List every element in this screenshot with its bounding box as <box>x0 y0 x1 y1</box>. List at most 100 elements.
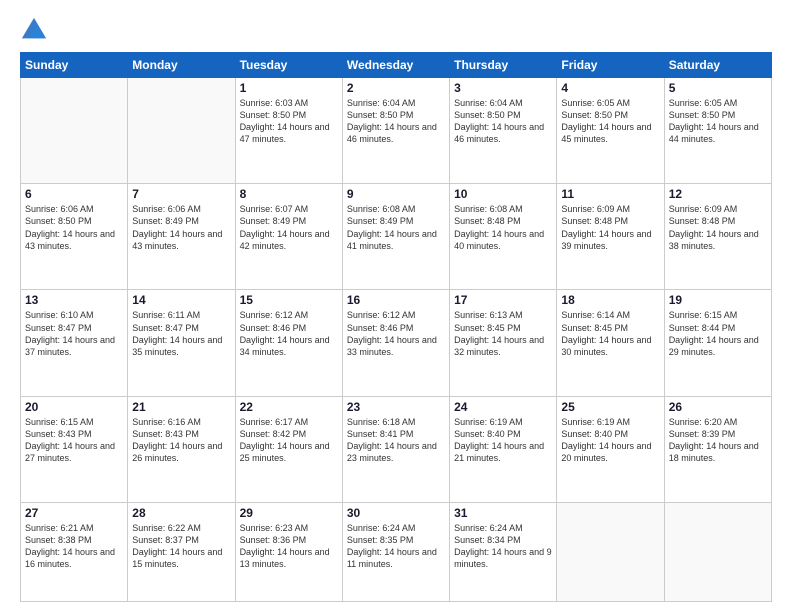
calendar-cell: 12 Sunrise: 6:09 AMSunset: 8:48 PMDayligh… <box>664 184 771 290</box>
header <box>20 16 772 44</box>
calendar-cell: 23 Sunrise: 6:18 AMSunset: 8:41 PMDayligh… <box>342 396 449 502</box>
day-number: 9 <box>347 187 445 201</box>
cell-info: Sunrise: 6:24 AMSunset: 8:35 PMDaylight:… <box>347 522 445 571</box>
cell-info: Sunrise: 6:03 AMSunset: 8:50 PMDaylight:… <box>240 97 338 146</box>
calendar-cell: 2 Sunrise: 6:04 AMSunset: 8:50 PMDaylight… <box>342 78 449 184</box>
calendar-cell: 28 Sunrise: 6:22 AMSunset: 8:37 PMDayligh… <box>128 502 235 601</box>
day-number: 21 <box>132 400 230 414</box>
cell-info: Sunrise: 6:22 AMSunset: 8:37 PMDaylight:… <box>132 522 230 571</box>
day-number: 17 <box>454 293 552 307</box>
cell-info: Sunrise: 6:05 AMSunset: 8:50 PMDaylight:… <box>669 97 767 146</box>
day-header-saturday: Saturday <box>664 53 771 78</box>
day-number: 1 <box>240 81 338 95</box>
calendar-cell: 24 Sunrise: 6:19 AMSunset: 8:40 PMDayligh… <box>450 396 557 502</box>
day-number: 24 <box>454 400 552 414</box>
day-number: 7 <box>132 187 230 201</box>
cell-info: Sunrise: 6:04 AMSunset: 8:50 PMDaylight:… <box>347 97 445 146</box>
calendar-cell: 31 Sunrise: 6:24 AMSunset: 8:34 PMDayligh… <box>450 502 557 601</box>
cell-info: Sunrise: 6:18 AMSunset: 8:41 PMDaylight:… <box>347 416 445 465</box>
calendar-cell: 22Sunrise: 6:17 AMSunset: 8:42 PMDayligh… <box>235 396 342 502</box>
day-number: 26 <box>669 400 767 414</box>
calendar-cell: 30 Sunrise: 6:24 AMSunset: 8:35 PMDayligh… <box>342 502 449 601</box>
calendar-cell: 9 Sunrise: 6:08 AMSunset: 8:49 PMDaylight… <box>342 184 449 290</box>
calendar-cell <box>557 502 664 601</box>
day-header-thursday: Thursday <box>450 53 557 78</box>
logo <box>20 16 52 44</box>
cell-info: Sunrise: 6:13 AMSunset: 8:45 PMDaylight:… <box>454 309 552 358</box>
day-header-sunday: Sunday <box>21 53 128 78</box>
day-number: 30 <box>347 506 445 520</box>
cell-info: Sunrise: 6:10 AMSunset: 8:47 PMDaylight:… <box>25 309 123 358</box>
day-number: 29 <box>240 506 338 520</box>
calendar-cell: 4 Sunrise: 6:05 AMSunset: 8:50 PMDaylight… <box>557 78 664 184</box>
calendar-cell: 16 Sunrise: 6:12 AMSunset: 8:46 PMDayligh… <box>342 290 449 396</box>
calendar-cell: 17 Sunrise: 6:13 AMSunset: 8:45 PMDayligh… <box>450 290 557 396</box>
cell-info: Sunrise: 6:20 AMSunset: 8:39 PMDaylight:… <box>669 416 767 465</box>
cell-info: Sunrise: 6:15 AMSunset: 8:44 PMDaylight:… <box>669 309 767 358</box>
calendar-table: SundayMondayTuesdayWednesdayThursdayFrid… <box>20 52 772 602</box>
cell-info: Sunrise: 6:24 AMSunset: 8:34 PMDaylight:… <box>454 522 552 571</box>
day-number: 14 <box>132 293 230 307</box>
day-number: 31 <box>454 506 552 520</box>
cell-info: Sunrise: 6:05 AMSunset: 8:50 PMDaylight:… <box>561 97 659 146</box>
day-number: 4 <box>561 81 659 95</box>
calendar-cell: 26 Sunrise: 6:20 AMSunset: 8:39 PMDayligh… <box>664 396 771 502</box>
calendar-cell: 10Sunrise: 6:08 AMSunset: 8:48 PMDayligh… <box>450 184 557 290</box>
day-header-friday: Friday <box>557 53 664 78</box>
calendar-cell: 7Sunrise: 6:06 AMSunset: 8:49 PMDaylight… <box>128 184 235 290</box>
calendar-cell: 25 Sunrise: 6:19 AMSunset: 8:40 PMDayligh… <box>557 396 664 502</box>
calendar-cell: 8 Sunrise: 6:07 AMSunset: 8:49 PMDaylight… <box>235 184 342 290</box>
cell-info: Sunrise: 6:12 AMSunset: 8:46 PMDaylight:… <box>347 309 445 358</box>
calendar-cell: 14 Sunrise: 6:11 AMSunset: 8:47 PMDayligh… <box>128 290 235 396</box>
calendar-cell: 29 Sunrise: 6:23 AMSunset: 8:36 PMDayligh… <box>235 502 342 601</box>
calendar-cell <box>664 502 771 601</box>
calendar-cell: 18 Sunrise: 6:14 AMSunset: 8:45 PMDayligh… <box>557 290 664 396</box>
cell-info: Sunrise: 6:12 AMSunset: 8:46 PMDaylight:… <box>240 309 338 358</box>
day-number: 28 <box>132 506 230 520</box>
page: SundayMondayTuesdayWednesdayThursdayFrid… <box>0 0 792 612</box>
day-number: 10 <box>454 187 552 201</box>
calendar-cell: 1 Sunrise: 6:03 AMSunset: 8:50 PMDaylight… <box>235 78 342 184</box>
cell-info: Sunrise: 6:19 AMSunset: 8:40 PMDaylight:… <box>561 416 659 465</box>
day-number: 5 <box>669 81 767 95</box>
cell-info: Sunrise: 6:08 AMSunset: 8:49 PMDaylight:… <box>347 203 445 252</box>
cell-info: Sunrise: 6:15 AMSunset: 8:43 PMDaylight:… <box>25 416 123 465</box>
calendar-cell: 6 Sunrise: 6:06 AMSunset: 8:50 PMDaylight… <box>21 184 128 290</box>
calendar-cell: 11Sunrise: 6:09 AMSunset: 8:48 PMDayligh… <box>557 184 664 290</box>
day-number: 13 <box>25 293 123 307</box>
day-number: 25 <box>561 400 659 414</box>
calendar-cell: 20 Sunrise: 6:15 AMSunset: 8:43 PMDayligh… <box>21 396 128 502</box>
calendar-cell: 15 Sunrise: 6:12 AMSunset: 8:46 PMDayligh… <box>235 290 342 396</box>
cell-info: Sunrise: 6:19 AMSunset: 8:40 PMDaylight:… <box>454 416 552 465</box>
day-number: 16 <box>347 293 445 307</box>
day-number: 27 <box>25 506 123 520</box>
cell-info: Sunrise: 6:17 AMSunset: 8:42 PMDaylight:… <box>240 416 338 465</box>
day-number: 15 <box>240 293 338 307</box>
logo-icon <box>20 16 48 44</box>
cell-info: Sunrise: 6:09 AMSunset: 8:48 PMDaylight:… <box>561 203 659 252</box>
calendar-cell <box>128 78 235 184</box>
day-number: 8 <box>240 187 338 201</box>
day-header-wednesday: Wednesday <box>342 53 449 78</box>
cell-info: Sunrise: 6:07 AMSunset: 8:49 PMDaylight:… <box>240 203 338 252</box>
cell-info: Sunrise: 6:23 AMSunset: 8:36 PMDaylight:… <box>240 522 338 571</box>
cell-info: Sunrise: 6:14 AMSunset: 8:45 PMDaylight:… <box>561 309 659 358</box>
cell-info: Sunrise: 6:06 AMSunset: 8:50 PMDaylight:… <box>25 203 123 252</box>
day-number: 2 <box>347 81 445 95</box>
day-number: 3 <box>454 81 552 95</box>
cell-info: Sunrise: 6:09 AMSunset: 8:48 PMDaylight:… <box>669 203 767 252</box>
day-number: 20 <box>25 400 123 414</box>
calendar-cell: 5 Sunrise: 6:05 AMSunset: 8:50 PMDaylight… <box>664 78 771 184</box>
day-header-monday: Monday <box>128 53 235 78</box>
calendar-cell <box>21 78 128 184</box>
day-number: 18 <box>561 293 659 307</box>
cell-info: Sunrise: 6:16 AMSunset: 8:43 PMDaylight:… <box>132 416 230 465</box>
cell-info: Sunrise: 6:04 AMSunset: 8:50 PMDaylight:… <box>454 97 552 146</box>
calendar-cell: 19Sunrise: 6:15 AMSunset: 8:44 PMDayligh… <box>664 290 771 396</box>
day-number: 12 <box>669 187 767 201</box>
calendar-cell: 3 Sunrise: 6:04 AMSunset: 8:50 PMDaylight… <box>450 78 557 184</box>
day-header-tuesday: Tuesday <box>235 53 342 78</box>
day-number: 6 <box>25 187 123 201</box>
day-number: 23 <box>347 400 445 414</box>
cell-info: Sunrise: 6:11 AMSunset: 8:47 PMDaylight:… <box>132 309 230 358</box>
